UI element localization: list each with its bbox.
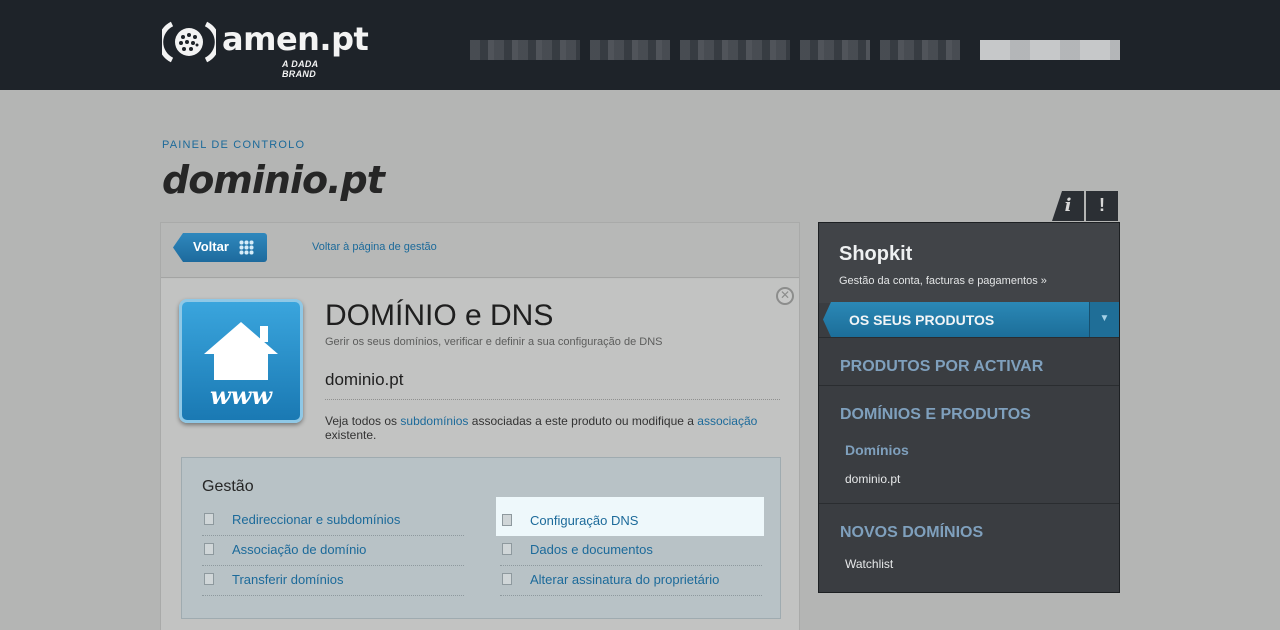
logo-subtitle: A DADA BRAND bbox=[282, 59, 319, 79]
sidebar-title: Shopkit bbox=[839, 243, 913, 265]
info-tab[interactable]: i bbox=[1052, 191, 1084, 221]
top-bar: amen.pt A DADA BRAND bbox=[0, 0, 1280, 90]
menu-item-dns-config[interactable]: Configuração DNS bbox=[496, 497, 764, 536]
back-to-management-link[interactable]: Voltar à página de gestão bbox=[312, 241, 437, 253]
product-card: ✕ www DOMÍNIO e DNS Gerir os seus domíni… bbox=[161, 279, 799, 630]
icon-www-text: www bbox=[210, 381, 273, 410]
redacted-nav[interactable] bbox=[470, 40, 580, 60]
redacted-account[interactable] bbox=[980, 40, 1120, 60]
sidebar-section-pending: PRODUTOS POR ACTIVAR bbox=[819, 337, 1119, 385]
logo-text: amen.pt bbox=[222, 20, 369, 58]
redacted-nav[interactable] bbox=[590, 40, 670, 60]
document-icon bbox=[502, 573, 512, 585]
management-title: Gestão bbox=[202, 478, 254, 495]
sidebar-item-new-domains[interactable]: NOVOS DOMÍNIOS bbox=[840, 524, 983, 542]
sidebar-item-pending-products[interactable]: PRODUTOS POR ACTIVAR bbox=[840, 358, 1043, 376]
description: Veja todos os subdomínios associadas a e… bbox=[325, 414, 758, 442]
menu-item-domain-association[interactable]: Associação de domínio bbox=[202, 536, 464, 566]
menu-item-change-owner-signature[interactable]: Alterar assinatura do proprietário bbox=[500, 566, 762, 596]
sidebar-header: Shopkit Gestão da conta, facturas e paga… bbox=[819, 223, 1119, 303]
menu-item-redirect-subdomains[interactable]: Redireccionar e subdomínios bbox=[202, 506, 464, 536]
amen-logo[interactable]: amen.pt A DADA BRAND bbox=[162, 20, 369, 79]
breadcrumb: PAINEL DE CONTROLO bbox=[162, 139, 306, 151]
redacted-nav[interactable] bbox=[880, 40, 960, 60]
main-panel: Voltar Voltar à página de gestão ✕ www D… bbox=[160, 222, 800, 630]
sidebar-section-new-domains: NOVOS DOMÍNIOS Watchlist bbox=[819, 503, 1119, 593]
document-icon bbox=[204, 573, 214, 585]
management-box: Gestão Redireccionar e subdomínios Confi… bbox=[181, 457, 781, 619]
document-icon bbox=[204, 543, 214, 555]
sidebar-item-domains[interactable]: Domínios bbox=[845, 442, 909, 458]
subdomains-link[interactable]: subdomínios bbox=[400, 414, 468, 428]
document-icon bbox=[502, 514, 512, 526]
panel-toolbar: Voltar Voltar à página de gestão bbox=[161, 223, 799, 278]
sidebar-item-dominio[interactable]: dominio.pt bbox=[845, 472, 900, 486]
page-title: dominio.pt bbox=[162, 158, 385, 202]
sidebar-section-domains: DOMÍNIOS E PRODUTOS Domínios dominio.pt bbox=[819, 385, 1119, 503]
chevron-down-icon[interactable]: ▼ bbox=[1089, 302, 1119, 337]
menu-item-transfer-domains[interactable]: Transferir domínios bbox=[202, 566, 464, 596]
card-subtitle: Gerir os seus domínios, verificar e defi… bbox=[325, 336, 663, 348]
close-icon[interactable]: ✕ bbox=[776, 287, 794, 305]
sidebar-item-your-products[interactable]: OS SEUS PRODUTOS ▼ bbox=[823, 302, 1119, 337]
card-title: DOMÍNIO e DNS bbox=[325, 299, 554, 332]
redacted-nav[interactable] bbox=[800, 40, 870, 60]
document-icon bbox=[502, 543, 512, 555]
domain-name: dominio.pt bbox=[325, 370, 780, 400]
globe-logo-icon bbox=[162, 21, 216, 63]
association-link[interactable]: associação bbox=[697, 414, 757, 428]
alert-tab[interactable]: ! bbox=[1086, 191, 1118, 221]
back-button[interactable]: Voltar bbox=[173, 233, 267, 262]
sidebar-active-label: OS SEUS PRODUTOS bbox=[849, 312, 995, 328]
account-billing-link[interactable]: Gestão da conta, facturas e pagamentos » bbox=[839, 275, 1047, 287]
redacted-nav[interactable] bbox=[680, 40, 790, 60]
house-www-icon: www bbox=[179, 299, 303, 423]
menu-item-data-documents[interactable]: Dados e documentos bbox=[500, 536, 762, 566]
grid-icon bbox=[239, 240, 254, 255]
back-button-label: Voltar bbox=[193, 239, 229, 254]
sidebar-item-watchlist[interactable]: Watchlist bbox=[845, 557, 893, 571]
account-sidebar: Shopkit Gestão da conta, facturas e paga… bbox=[818, 222, 1120, 593]
document-icon bbox=[204, 513, 214, 525]
sidebar-item-domains-products[interactable]: DOMÍNIOS E PRODUTOS bbox=[840, 406, 1031, 424]
